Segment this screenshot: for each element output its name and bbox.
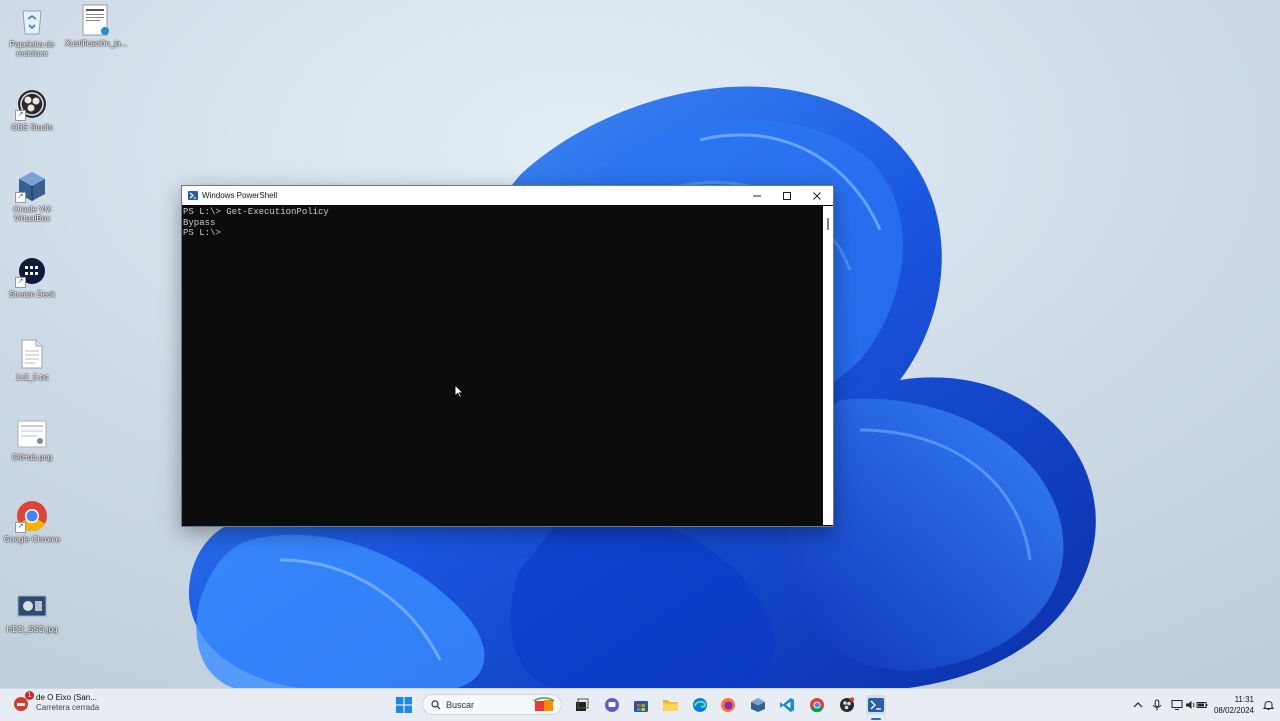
virtualbox-icon: ↗	[15, 170, 48, 203]
clock-time: 11:31	[1234, 695, 1254, 704]
desktop-icon-label: Papeleira de reciclaxe	[9, 40, 55, 58]
desktop-icon-label: OBS Studio	[11, 123, 53, 132]
desktop-icon-label: 1x2_5.txt	[15, 373, 49, 382]
scrollbar-thumb[interactable]	[827, 218, 829, 230]
system-tray: 11:31 08/02/2024	[0, 689, 1280, 721]
text-file-icon	[16, 338, 48, 370]
image-file-icon	[16, 418, 48, 450]
network-button[interactable]	[1171, 699, 1183, 711]
terminal-line: Bypass	[183, 217, 216, 228]
close-button[interactable]	[802, 186, 832, 205]
terminal-line: PS L:\>	[183, 228, 221, 238]
taskbar-clock[interactable]: 11:31 08/02/2024	[1206, 694, 1254, 716]
desktop-icon-github-png[interactable]: GitHub.png	[0, 418, 64, 462]
obs-studio-icon: ↗	[15, 88, 48, 121]
close-icon	[813, 191, 821, 200]
clock-date: 08/02/2024	[1213, 706, 1254, 715]
desktop-icon-recycle-bin[interactable]: Papeleira de reciclaxe	[0, 5, 64, 58]
microphone-icon	[1153, 699, 1161, 711]
desktop-icon-google-chrome[interactable]: ↗ Google Chrome	[0, 500, 64, 544]
chevron-up-icon	[1133, 702, 1143, 708]
network-icon	[1171, 700, 1183, 710]
desktop-icon-hdd-ssd-jpg[interactable]: HDD_SSD.jpg	[0, 590, 64, 634]
terminal-output[interactable]: PS L:\> Get-ExecutionPolicy Bypass PS L:…	[182, 206, 822, 525]
desktop-icon-label: Xustificación_ja...	[64, 39, 128, 48]
vertical-scrollbar[interactable]	[823, 206, 833, 525]
shortcut-arrow-icon: ↗	[15, 522, 26, 533]
minimize-button[interactable]	[742, 186, 772, 205]
desktop-icon-virtualbox[interactable]: ↗ Oracle VM VirtualBox	[0, 170, 64, 223]
desktop-icon-label: HDD_SSD.jpg	[6, 625, 58, 634]
mouse-cursor-icon	[454, 384, 464, 398]
show-hidden-icons-button[interactable]	[1132, 699, 1144, 711]
chrome-icon: ↗	[15, 500, 48, 533]
recycle-bin-icon	[16, 5, 48, 37]
maximize-icon	[783, 191, 791, 200]
shortcut-arrow-icon: ↗	[15, 192, 26, 203]
desktop-icon-label: GitHub.png	[11, 453, 53, 462]
notifications-button[interactable]	[1262, 699, 1274, 711]
document-thumbnail-icon	[80, 4, 112, 36]
stream-deck-icon: ↗	[15, 255, 48, 288]
taskbar: 1 de O Eixo (San... Carretera cerrada Bu…	[0, 688, 1280, 721]
window-title: Windows PowerShell	[202, 191, 278, 200]
shortcut-arrow-icon: ↗	[15, 110, 26, 121]
window-titlebar[interactable]: Windows PowerShell	[182, 186, 833, 205]
minimize-icon	[753, 195, 761, 196]
desktop-icon-stream-deck[interactable]: ↗ Stream Deck	[0, 255, 64, 299]
image-file-icon	[16, 590, 48, 622]
maximize-button[interactable]	[772, 186, 802, 205]
desktop-icon-obs-studio[interactable]: ↗ OBS Studio	[0, 88, 64, 132]
powershell-icon	[188, 191, 198, 200]
microphone-button[interactable]	[1151, 699, 1163, 711]
terminal-line: PS L:\> Get-ExecutionPolicy	[183, 207, 329, 217]
desktop-icon-text-file[interactable]: 1x2_5.txt	[0, 338, 64, 382]
desktop-icon-label: Google Chrome	[3, 535, 61, 544]
desktop-icon-label: Stream Deck	[8, 290, 56, 299]
desktop-icon-document[interactable]: Xustificación_ja...	[64, 4, 128, 48]
shortcut-arrow-icon: ↗	[15, 277, 26, 288]
bell-icon	[1262, 701, 1274, 710]
powershell-window[interactable]: Windows PowerShell PS L:\> Get-Execution…	[181, 185, 834, 527]
desktop-icon-label: Oracle VM VirtualBox	[13, 205, 51, 223]
